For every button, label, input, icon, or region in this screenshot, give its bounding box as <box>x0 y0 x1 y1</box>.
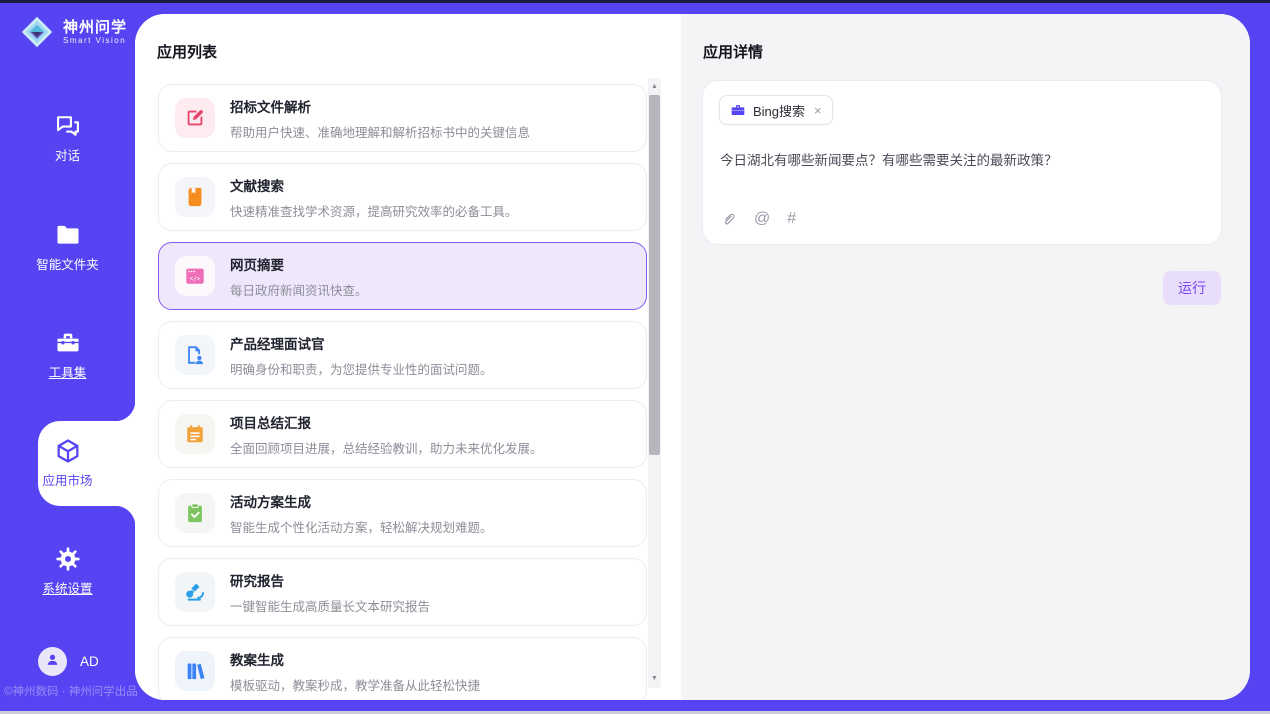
app-card-title: 网页摘要 <box>230 254 368 274</box>
active-bubble-fillet-bottom <box>115 506 135 526</box>
scroll-thumb[interactable] <box>649 95 660 455</box>
browser-code-icon: </> <box>175 256 215 296</box>
tag-close-button[interactable]: × <box>814 103 822 118</box>
app-card-desc: 快速精准查找学术资源，提高研究效率的必备工具。 <box>230 201 518 220</box>
prompt-text: 今日湖北有哪些新闻要点？有哪些需要关注的最新政策？ <box>720 153 1058 168</box>
scroll-up-button[interactable]: ▲ <box>648 80 661 94</box>
gear-icon <box>54 545 82 573</box>
lesson-books-icon <box>175 651 215 691</box>
scrollbar[interactable]: ▲ ▼ <box>648 78 661 688</box>
sidebar-item-toolset[interactable]: 工具集 <box>0 329 135 382</box>
edit-pen-icon <box>175 98 215 138</box>
app-card-desc: 帮助用户快速、准确地理解和解析招标书中的关键信息 <box>230 122 530 141</box>
app-card-list: 招标文件解析 帮助用户快速、准确地理解和解析招标书中的关键信息 文献搜索 快速精… <box>158 84 647 700</box>
user-icon <box>44 651 61 673</box>
tool-tag-label: Bing搜索 <box>753 101 805 120</box>
user-initials: AD <box>80 654 99 669</box>
app-card[interactable]: 项目总结汇报 全面回顾项目进展，总结经验教训，助力未来优化发展。 <box>158 400 647 468</box>
sidebar-item-smart-folder[interactable]: 智能文件夹 <box>0 221 135 274</box>
app-detail-title: 应用详情 <box>703 41 763 62</box>
svg-text:</>: </> <box>190 275 201 282</box>
report-note-icon <box>175 414 215 454</box>
briefcase-icon <box>730 102 746 118</box>
app-detail-panel: 应用详情 Bing搜索 × 今日湖北有哪些新闻要点？有哪些需要关注的最新政策？ … <box>681 14 1250 700</box>
brand-logo: 神州问学 Smart Vision <box>18 13 127 51</box>
top-edge-line <box>0 0 1270 3</box>
brand-logo-icon <box>18 13 56 51</box>
app-card-desc: 智能生成个性化活动方案，轻松解决规划难题。 <box>230 517 493 536</box>
main-panel: 应用列表 招标文件解析 帮助用户快速、准确地理解和解析招标书中的关键信息 文献搜… <box>135 14 1250 700</box>
active-bubble-fillet-top <box>115 401 135 421</box>
clipboard-check-icon <box>175 493 215 533</box>
app-card-desc: 全面回顾项目进展，总结经验教训，助力未来优化发展。 <box>230 438 543 457</box>
research-icon <box>175 572 215 612</box>
app-card-title: 项目总结汇报 <box>230 412 543 432</box>
sidebar: 神州问学 Smart Vision 对话 智能文件夹 工具集 应用市场 <box>0 0 135 714</box>
app-card[interactable]: 招标文件解析 帮助用户快速、准确地理解和解析招标书中的关键信息 <box>158 84 647 152</box>
app-card-title: 研究报告 <box>230 570 430 590</box>
sidebar-item-settings[interactable]: 系统设置 <box>0 545 135 598</box>
app-card[interactable]: 活动方案生成 智能生成个性化活动方案，轻松解决规划难题。 <box>158 479 647 547</box>
attach-button[interactable] <box>720 211 737 228</box>
folder-icon <box>54 221 82 249</box>
sidebar-item-label: 系统设置 <box>42 578 92 597</box>
book-icon <box>175 177 215 217</box>
sidebar-item-label: 工具集 <box>49 362 87 381</box>
app-list-title: 应用列表 <box>157 41 217 62</box>
app-card-desc: 模板驱动，教案秒成，教学准备从此轻松快捷 <box>230 675 480 694</box>
prompt-input[interactable]: 今日湖北有哪些新闻要点？有哪些需要关注的最新政策？ <box>720 149 1205 169</box>
app-card-desc: 一键智能生成高质量长文本研究报告 <box>230 596 430 615</box>
mention-button[interactable]: @ <box>754 210 770 228</box>
user-profile[interactable]: AD <box>38 647 99 676</box>
prompt-card: Bing搜索 × 今日湖北有哪些新闻要点？有哪些需要关注的最新政策？ @ # <box>702 80 1222 245</box>
app-card-title: 产品经理面试官 <box>230 333 493 353</box>
app-card[interactable]: 产品经理面试官 明确身份和职责，为您提供专业性的面试问题。 <box>158 321 647 389</box>
run-button[interactable]: 运行 <box>1163 271 1221 305</box>
cube-icon <box>54 437 82 465</box>
sidebar-item-app-market[interactable]: 应用市场 <box>0 437 135 490</box>
interview-icon <box>175 335 215 375</box>
copyright-text: ©神州数码 · 神州问学出品 <box>4 683 139 699</box>
brand-name: 神州问学 <box>63 19 127 36</box>
topic-button[interactable]: # <box>787 210 796 228</box>
app-card-title: 文献搜索 <box>230 175 518 195</box>
sidebar-item-label: 应用市场 <box>42 470 92 489</box>
app-card[interactable]: 研究报告 一键智能生成高质量长文本研究报告 <box>158 558 647 626</box>
app-card-title: 活动方案生成 <box>230 491 493 511</box>
app-card-desc: 每日政府新闻资讯快查。 <box>230 280 368 299</box>
paperclip-icon <box>720 211 737 228</box>
app-card-title: 招标文件解析 <box>230 96 530 116</box>
avatar <box>38 647 67 676</box>
prompt-toolbar: @ # <box>720 210 796 228</box>
app-card-desc: 明确身份和职责，为您提供专业性的面试问题。 <box>230 359 493 378</box>
tool-tag-bing[interactable]: Bing搜索 × <box>719 95 833 125</box>
app-list-panel: 应用列表 招标文件解析 帮助用户快速、准确地理解和解析招标书中的关键信息 文献搜… <box>135 14 681 700</box>
app-card-title: 教案生成 <box>230 649 480 669</box>
sidebar-item-label: 对话 <box>55 145 80 164</box>
brand-subtitle: Smart Vision <box>63 36 127 45</box>
app-card[interactable]: </> 网页摘要 每日政府新闻资讯快查。 <box>158 242 647 310</box>
sidebar-item-label: 智能文件夹 <box>36 254 99 273</box>
app-card[interactable]: 教案生成 模板驱动，教案秒成，教学准备从此轻松快捷 <box>158 637 647 700</box>
chat-icon <box>54 112 82 140</box>
toolbox-icon <box>54 329 82 357</box>
app-card[interactable]: 文献搜索 快速精准查找学术资源，提高研究效率的必备工具。 <box>158 163 647 231</box>
sidebar-item-chat[interactable]: 对话 <box>0 112 135 165</box>
scroll-down-button[interactable]: ▼ <box>648 672 661 686</box>
